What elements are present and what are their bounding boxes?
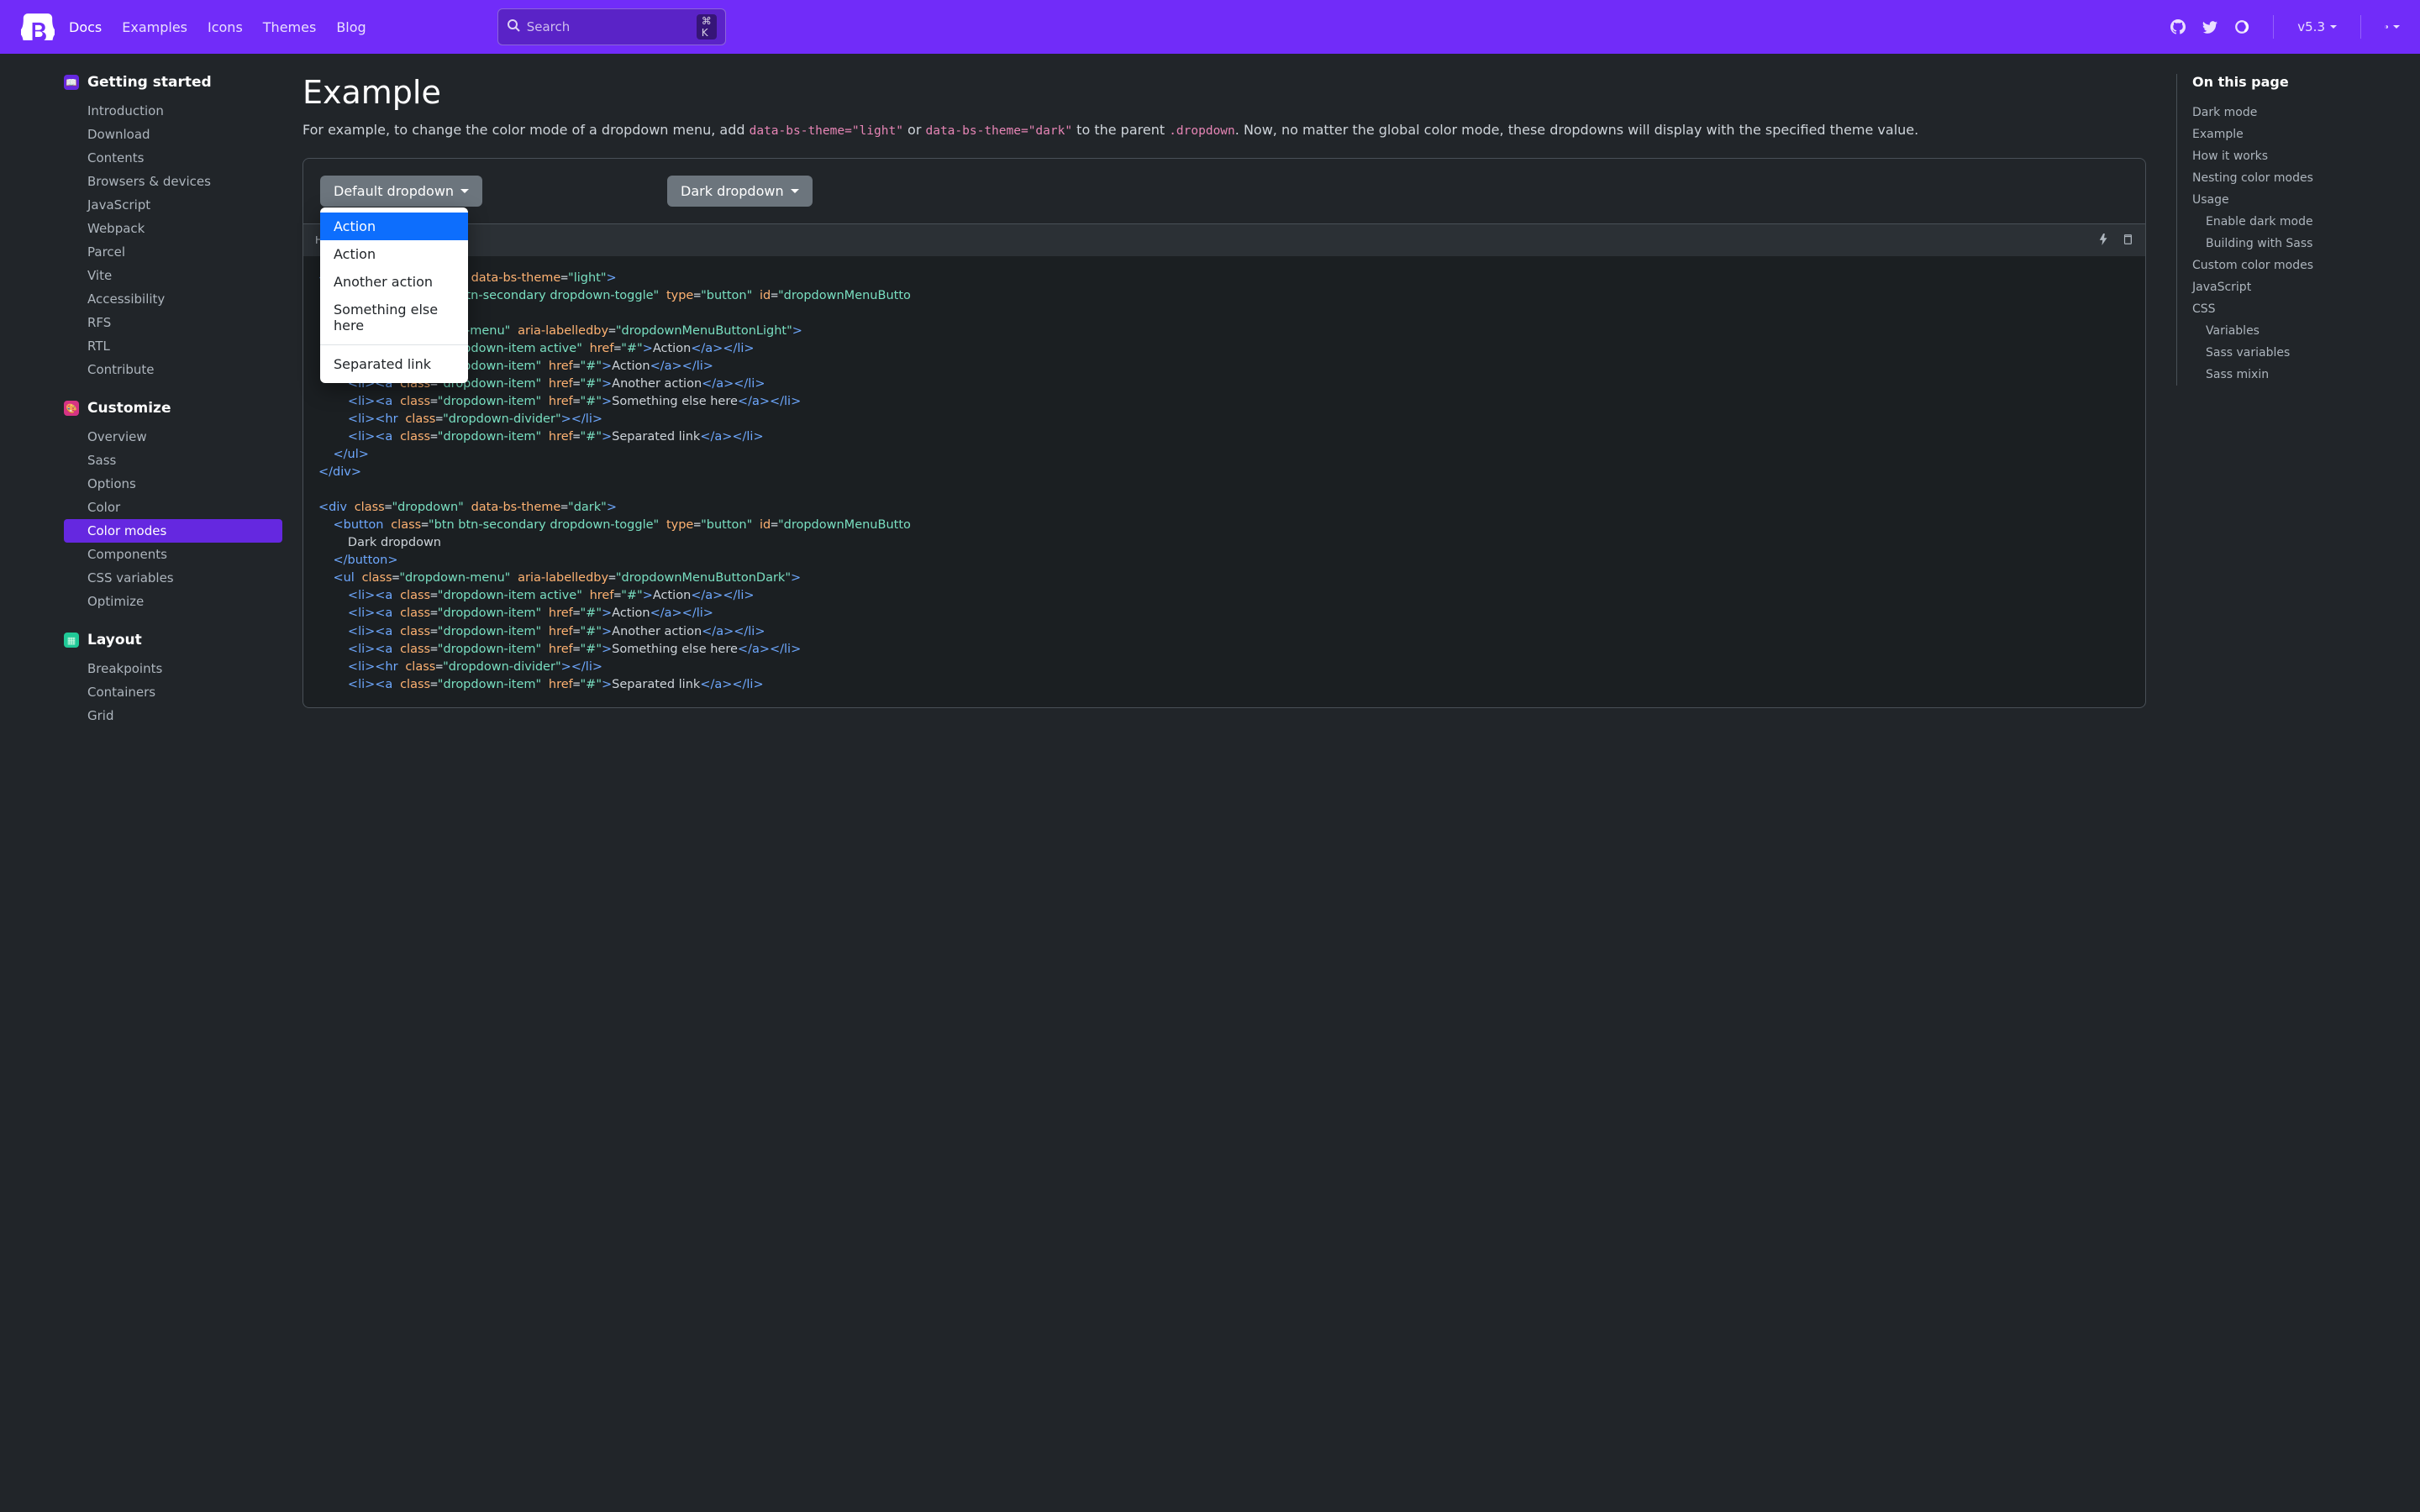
code-literal: data-bs-theme="light" xyxy=(750,124,903,138)
search-icon xyxy=(507,18,520,35)
bootstrap-logo[interactable] xyxy=(20,9,55,45)
toc-link[interactable]: Variables xyxy=(2192,320,2370,342)
code-literal: .dropdown xyxy=(1169,124,1235,138)
toc-link[interactable]: Example xyxy=(2192,123,2370,145)
sidebar-item[interactable]: Color modes xyxy=(64,519,282,543)
sidebar-item[interactable]: Vite xyxy=(64,264,282,287)
sidebar-item[interactable]: Options xyxy=(64,472,282,496)
search-kbd: ⌘ K xyxy=(697,14,718,39)
copy-icon[interactable] xyxy=(2122,234,2133,248)
dropdown-item[interactable]: Action xyxy=(320,213,468,240)
sidebar-section-customize[interactable]: 🎨 Customize xyxy=(64,400,282,417)
left-sidebar: 📖 Getting started IntroductionDownloadCo… xyxy=(64,74,282,727)
sidebar-item[interactable]: Contents xyxy=(64,146,282,170)
toc-link[interactable]: Dark mode xyxy=(2192,102,2370,123)
version-dropdown[interactable]: v5.3 xyxy=(2297,19,2337,34)
sidebar-item[interactable]: Download xyxy=(64,123,282,146)
sidebar-item[interactable]: RFS xyxy=(64,311,282,334)
opencollective-icon[interactable] xyxy=(2234,19,2249,34)
sidebar-item[interactable]: Webpack xyxy=(64,217,282,240)
toc-link[interactable]: How it works xyxy=(2192,145,2370,167)
nav-links: Docs Examples Icons Themes Blog xyxy=(69,19,366,35)
toc-link[interactable]: Enable dark mode xyxy=(2192,211,2370,233)
default-dropdown-button[interactable]: Default dropdown xyxy=(320,176,482,207)
dropdown-item[interactable]: Something else here xyxy=(320,296,468,339)
sidebar-item[interactable]: Introduction xyxy=(64,99,282,123)
page-heading: Example xyxy=(302,74,2146,111)
top-navbar: Docs Examples Icons Themes Blog ⌘ K v5.3 xyxy=(0,0,2420,54)
stackblitz-icon[interactable] xyxy=(2098,234,2110,248)
sidebar-item[interactable]: Color xyxy=(64,496,282,519)
sidebar-item[interactable]: Grid xyxy=(64,704,282,727)
toc-link[interactable]: Nesting color modes xyxy=(2192,167,2370,189)
sidebar-section-getting-started[interactable]: 📖 Getting started xyxy=(64,74,282,91)
sidebar-item[interactable]: Containers xyxy=(64,680,282,704)
sidebar-item[interactable]: JavaScript xyxy=(64,193,282,217)
toc-link[interactable]: CSS xyxy=(2192,298,2370,320)
toc-link[interactable]: Building with Sass xyxy=(2192,233,2370,255)
toc-link[interactable]: JavaScript xyxy=(2192,276,2370,298)
nav-docs[interactable]: Docs xyxy=(69,19,102,35)
toc-link[interactable]: Sass mixin xyxy=(2192,364,2370,386)
code-toolbar: H xyxy=(302,224,2146,256)
sidebar-item[interactable]: CSS variables xyxy=(64,566,282,590)
sidebar-item[interactable]: Optimize xyxy=(64,590,282,613)
book-icon: 📖 xyxy=(64,75,79,90)
sidebar-item[interactable]: Components xyxy=(64,543,282,566)
palette-icon: 🎨 xyxy=(64,401,79,416)
grid-icon: ▦ xyxy=(64,633,79,648)
toc-title: On this page xyxy=(2192,74,2370,90)
dropdown-item[interactable]: Action xyxy=(320,240,468,268)
nav-blog[interactable]: Blog xyxy=(336,19,366,35)
code-literal: data-bs-theme="dark" xyxy=(925,124,1072,138)
sidebar-item[interactable]: Accessibility xyxy=(64,287,282,311)
sidebar-item[interactable]: Contribute xyxy=(64,358,282,381)
main-content: Example For example, to change the color… xyxy=(302,74,2156,727)
sidebar-section-layout[interactable]: ▦ Layout xyxy=(64,632,282,648)
sidebar-item[interactable]: Breakpoints xyxy=(64,657,282,680)
nav-themes[interactable]: Themes xyxy=(263,19,317,35)
navbar-right: v5.3 xyxy=(2170,15,2400,39)
toc-link[interactable]: Usage xyxy=(2192,189,2370,211)
nav-examples[interactable]: Examples xyxy=(122,19,187,35)
sidebar-item[interactable]: Sass xyxy=(64,449,282,472)
toc-link[interactable]: Sass variables xyxy=(2192,342,2370,364)
sidebar-item[interactable]: RTL xyxy=(64,334,282,358)
on-this-page: On this page Dark modeExampleHow it work… xyxy=(2176,74,2370,727)
dropdown-item[interactable]: Another action xyxy=(320,268,468,296)
search-box[interactable]: ⌘ K xyxy=(497,8,727,45)
toc-link[interactable]: Custom color modes xyxy=(2192,255,2370,276)
sidebar-item[interactable]: Parcel xyxy=(64,240,282,264)
github-icon[interactable] xyxy=(2170,19,2186,34)
sidebar-item[interactable]: Overview xyxy=(64,425,282,449)
dropdown-divider xyxy=(320,344,468,345)
caret-down-icon xyxy=(791,189,799,193)
example-box: Default dropdown Dark dropdown Action Ac… xyxy=(302,158,2146,224)
search-input[interactable] xyxy=(527,19,690,34)
code-block[interactable]: <div class="dropdown" data-bs-theme="lig… xyxy=(302,256,2146,707)
nav-icons[interactable]: Icons xyxy=(208,19,243,35)
caret-down-icon xyxy=(460,189,469,193)
intro-paragraph: For example, to change the color mode of… xyxy=(302,119,2146,141)
dropdown-menu: Action Action Another action Something e… xyxy=(320,207,468,383)
dark-dropdown-button[interactable]: Dark dropdown xyxy=(667,176,813,207)
twitter-icon[interactable] xyxy=(2202,19,2217,34)
theme-toggle-icon[interactable] xyxy=(2385,19,2400,34)
sidebar-item[interactable]: Browsers & devices xyxy=(64,170,282,193)
dropdown-item[interactable]: Separated link xyxy=(320,350,468,378)
